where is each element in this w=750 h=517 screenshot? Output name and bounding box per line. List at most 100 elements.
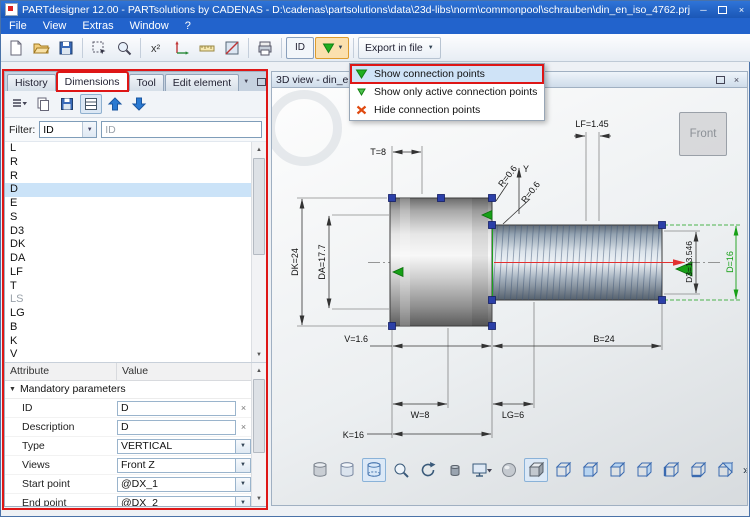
- property-value-field[interactable]: @DX_2: [117, 496, 236, 507]
- chevron-down-icon[interactable]: ▼: [236, 458, 251, 473]
- list-item[interactable]: B: [5, 321, 251, 335]
- list-item[interactable]: L: [5, 142, 251, 156]
- list-item-disabled[interactable]: LS: [5, 293, 251, 307]
- front-view-button[interactable]: Front: [679, 112, 727, 156]
- group-mandatory-parameters[interactable]: ▼ Mandatory parameters: [5, 381, 266, 399]
- clear-icon[interactable]: ×: [236, 420, 251, 435]
- scrollbar-thumb[interactable]: [253, 158, 265, 255]
- cube-top-view-button[interactable]: [605, 458, 629, 482]
- cube-shaded-view-button[interactable]: [524, 458, 548, 482]
- menu-item-help[interactable]: ?: [177, 18, 199, 34]
- cube-wire-view-button[interactable]: [551, 458, 575, 482]
- viewer-float-button[interactable]: [714, 73, 727, 86]
- property-value-field[interactable]: VERTICAL: [117, 439, 236, 454]
- viewer-close-button[interactable]: ×: [730, 73, 743, 86]
- connection-points-button[interactable]: ▼: [315, 37, 349, 59]
- maximize-button[interactable]: [713, 2, 732, 17]
- list-item[interactable]: DK: [5, 238, 251, 252]
- property-value-field[interactable]: D: [117, 420, 236, 435]
- copy-button[interactable]: [32, 94, 54, 114]
- filter-column-select[interactable]: ID ▼: [39, 121, 97, 138]
- list-item[interactable]: DA: [5, 252, 251, 266]
- zoom-view-button[interactable]: [389, 458, 413, 482]
- open-button[interactable]: [29, 36, 53, 60]
- dimension-button[interactable]: [195, 36, 219, 60]
- clear-icon[interactable]: ×: [236, 401, 251, 416]
- chevron-down-icon: ▼: [428, 45, 434, 51]
- panel-menu-button[interactable]: ▼: [240, 76, 252, 88]
- superscript-button[interactable]: x²: [145, 36, 169, 60]
- chevron-down-icon[interactable]: ▼: [236, 496, 251, 507]
- tab-tool[interactable]: Tool: [129, 74, 164, 91]
- table-view-button[interactable]: [80, 94, 102, 114]
- list-item[interactable]: R: [5, 170, 251, 184]
- property-value-field[interactable]: @DX_1: [117, 477, 236, 492]
- menu-item-file[interactable]: File: [1, 18, 35, 34]
- property-grid-scrollbar[interactable]: ▲ ▼: [251, 363, 266, 506]
- list-item-selected[interactable]: D: [5, 183, 251, 197]
- cube-front-view-button[interactable]: [578, 458, 602, 482]
- shading-mode-button[interactable]: [443, 458, 467, 482]
- scroll-down-icon[interactable]: ▼: [252, 347, 266, 362]
- viewport-3d[interactable]: T=8 LF=1.45 Y R=0.6 R=0.6 DK=24 DA=17.7 …: [271, 88, 748, 506]
- menu-item-window[interactable]: Window: [122, 18, 177, 34]
- close-button[interactable]: ×: [732, 2, 750, 17]
- zoom-window-button[interactable]: [112, 36, 136, 60]
- list-item[interactable]: S: [5, 211, 251, 225]
- cylinder-top-view-button[interactable]: [335, 458, 359, 482]
- list-item[interactable]: T: [5, 280, 251, 294]
- technical-drawing[interactable]: T=8 LF=1.45 Y R=0.6 R=0.6 DK=24 DA=17.7 …: [272, 88, 748, 506]
- cylinder-wire-view-button[interactable]: [362, 458, 386, 482]
- cube-right-view-button[interactable]: [632, 458, 656, 482]
- list-item[interactable]: R: [5, 156, 251, 170]
- minimize-button[interactable]: ─: [694, 2, 713, 17]
- scroll-down-icon[interactable]: ▼: [252, 491, 266, 506]
- list-item[interactable]: K: [5, 335, 251, 349]
- id-display-button[interactable]: ID: [286, 37, 314, 59]
- scroll-up-icon[interactable]: ▲: [252, 363, 266, 378]
- list-item[interactable]: D3: [5, 225, 251, 239]
- move-up-button[interactable]: [104, 94, 126, 114]
- panel-float-button[interactable]: [255, 76, 267, 88]
- menu-item-show-connection-points[interactable]: Show connection points: [351, 65, 543, 83]
- property-value-field[interactable]: D: [117, 401, 236, 416]
- chevron-down-icon[interactable]: ▼: [236, 477, 251, 492]
- scroll-up-icon[interactable]: ▲: [252, 142, 266, 157]
- save-list-button[interactable]: [56, 94, 78, 114]
- scrollbar-thumb[interactable]: [253, 379, 265, 453]
- menu-item-extras[interactable]: Extras: [74, 18, 121, 34]
- more-tools-button[interactable]: »: [743, 463, 748, 477]
- sphere-render-button[interactable]: [497, 458, 521, 482]
- coordinate-axes-button[interactable]: [170, 36, 194, 60]
- new-document-button[interactable]: [4, 36, 28, 60]
- move-down-button[interactable]: [128, 94, 150, 114]
- section-button[interactable]: [220, 36, 244, 60]
- dimensions-panel: History Dimensions Tool Edit element ▼ ×: [4, 71, 267, 507]
- cube-back-view-button[interactable]: [713, 458, 737, 482]
- select-button[interactable]: [87, 36, 111, 60]
- filter-input[interactable]: [101, 121, 262, 138]
- export-in-file-button[interactable]: Export in file ▼: [358, 37, 441, 59]
- cube-left-view-button[interactable]: [659, 458, 683, 482]
- rotate-view-button[interactable]: [416, 458, 440, 482]
- menu-item-view[interactable]: View: [35, 18, 75, 34]
- list-menu-button[interactable]: [8, 94, 30, 114]
- tab-history[interactable]: History: [7, 74, 56, 91]
- tab-edit-element[interactable]: Edit element: [165, 74, 239, 91]
- list-item[interactable]: E: [5, 197, 251, 211]
- menu-item-show-only-active-connection-points[interactable]: Show only active connection points: [351, 83, 543, 101]
- green-arrow-small-icon: [355, 86, 368, 98]
- menu-item-hide-connection-points[interactable]: Hide connection points: [351, 101, 543, 119]
- property-value-field[interactable]: Front Z: [117, 458, 236, 473]
- list-item[interactable]: LG: [5, 307, 251, 321]
- tab-dimensions[interactable]: Dimensions: [57, 72, 128, 91]
- print-button[interactable]: [253, 36, 277, 60]
- list-item[interactable]: V: [5, 348, 251, 362]
- screenshot-button[interactable]: [470, 458, 494, 482]
- cylinder-solid-view-button[interactable]: [308, 458, 332, 482]
- save-button[interactable]: [54, 36, 78, 60]
- list-item[interactable]: LF: [5, 266, 251, 280]
- chevron-down-icon[interactable]: ▼: [236, 439, 251, 454]
- list-scrollbar[interactable]: ▲ ▼: [251, 142, 266, 362]
- cube-bottom-view-button[interactable]: [686, 458, 710, 482]
